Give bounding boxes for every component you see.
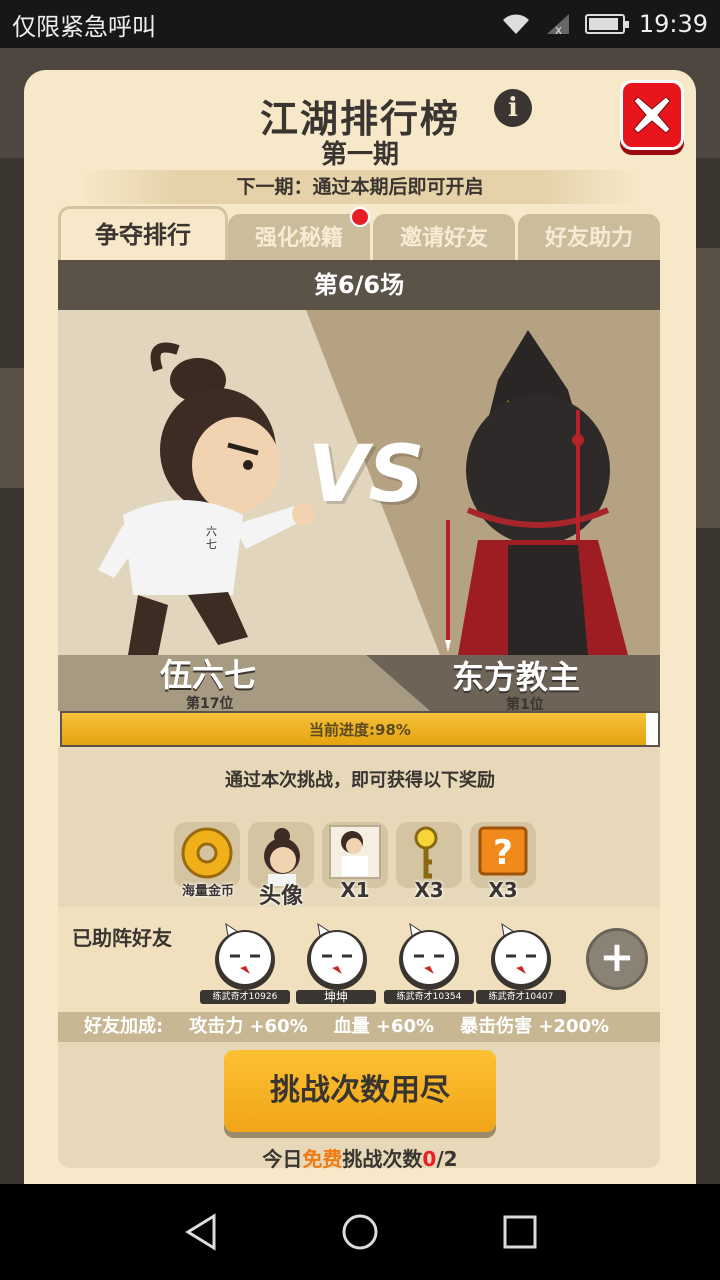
bonus-label: 好友加成: (84, 1016, 164, 1037)
friend-bonus-bar: 好友加成: 攻击力 +60% 血量 +60% 暴击伤害 +200% (58, 1012, 660, 1042)
back-icon[interactable] (182, 1212, 222, 1252)
reward-label-avatar: 头像 (258, 884, 303, 909)
friend-avatar-icon (307, 922, 367, 990)
friend-name: 坤坤 (296, 990, 376, 1004)
battle-arena: 六 七 VS (58, 310, 660, 655)
battery-icon (584, 14, 629, 34)
friend-name: 练武奇才10926 (200, 990, 290, 1004)
svg-text:?: ? (493, 833, 513, 873)
tab-invite[interactable]: 邀请好友 (373, 214, 515, 260)
free-used: 0 (422, 1147, 437, 1171)
close-button[interactable] (620, 80, 684, 150)
bonus-attack: 攻击力 +60% (189, 1016, 308, 1037)
reward-label-gold: 海量金币 (181, 884, 234, 899)
friend-name: 练武奇才10407 (476, 990, 566, 1004)
reward-label-mystery: X3 (488, 878, 518, 902)
notification-badge (350, 207, 370, 227)
recents-icon[interactable] (500, 1212, 540, 1252)
friend-avatar[interactable] (396, 920, 462, 992)
progress-label: 当前进度:98% (309, 721, 411, 739)
tab-friend-help[interactable]: 好友助力 (518, 214, 660, 260)
friend-avatar[interactable] (488, 920, 554, 992)
opponent-name: 东方教主 (452, 658, 581, 696)
free-total: /2 (436, 1147, 458, 1171)
progress-bar: 当前进度:98% (60, 711, 660, 747)
friend-name: 练武奇才10354 (384, 990, 474, 1004)
gold-coin-icon (181, 827, 233, 879)
svg-text:六: 六 (206, 525, 217, 538)
player-name: 伍六七 (160, 656, 257, 694)
free-challenge-count: 今日免费挑战次数0/2 (0, 1143, 720, 1172)
helpers-title: 已助阵好友 (72, 926, 172, 950)
player-rank: 第17位 (186, 696, 234, 712)
tab-secrets[interactable]: 强化秘籍 (228, 214, 370, 260)
friend-avatar-icon (491, 922, 551, 990)
reward-label-card: X1 (340, 878, 370, 902)
wifi-icon (502, 14, 529, 34)
free-word: 免费 (302, 1147, 343, 1171)
reward-label-key: X3 (414, 878, 444, 902)
reward-item-gold[interactable] (174, 822, 240, 888)
player-character: 六 七 (98, 342, 316, 655)
bonus-hp: 血量 +60% (333, 1016, 435, 1037)
next-period-banner: 下一期：通过本期后即可开启 (80, 170, 640, 204)
carrier-text: 仅限紧急呼叫 (12, 12, 156, 41)
friend-avatar-icon (215, 922, 275, 990)
friend-avatar-icon (399, 922, 459, 990)
clock: 19:39 (638, 10, 708, 38)
status-bar: 仅限紧急呼叫 x 19:39 (0, 0, 720, 48)
add-friend-button[interactable]: + (586, 928, 648, 990)
signal-icon: x (546, 14, 569, 36)
svg-text:七: 七 (206, 538, 217, 551)
tab-ranking[interactable]: 争夺排行 (58, 206, 228, 260)
reward-title: 通过本次挑战，即可获得以下奖励 (225, 770, 495, 791)
bonus-crit: 暴击伤害 +200% (460, 1016, 610, 1037)
free-prefix: 今日 (262, 1147, 303, 1171)
home-icon[interactable] (340, 1212, 380, 1252)
vs-label: VS (308, 430, 425, 520)
round-indicator: 第6/6场 (58, 260, 660, 310)
close-icon (633, 96, 671, 134)
opponent-character (445, 330, 628, 655)
svg-text:x: x (555, 23, 562, 36)
free-mid: 挑战次数 (342, 1147, 423, 1171)
friend-avatar[interactable] (212, 920, 278, 992)
friend-avatar[interactable] (304, 920, 370, 992)
challenge-button[interactable]: 挑战次数用尽 (224, 1050, 496, 1132)
info-icon[interactable]: i (494, 89, 532, 127)
period-title: 第一期 (320, 140, 399, 170)
